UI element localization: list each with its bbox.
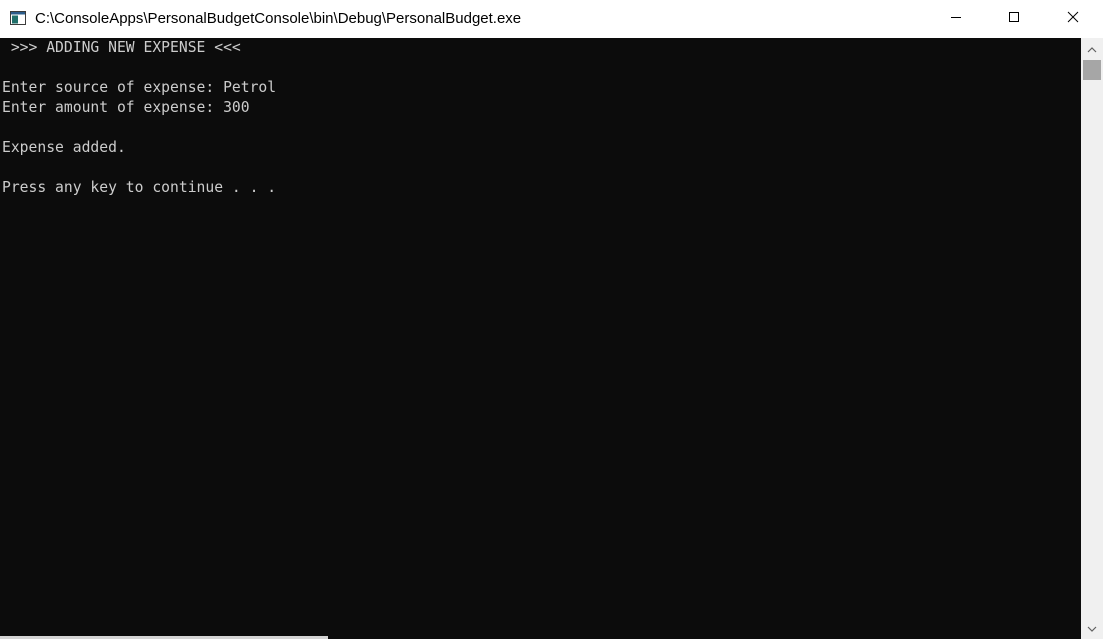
maximize-icon xyxy=(1008,10,1020,28)
expense-amount-prompt: Enter amount of expense: 300 xyxy=(2,99,250,116)
scroll-up-arrow-icon xyxy=(1087,40,1097,58)
continue-prompt: Press any key to continue . . . xyxy=(2,179,277,196)
expense-added-message: Expense added. xyxy=(2,139,126,156)
scroll-down-arrow-icon xyxy=(1087,619,1097,637)
window-title: C:\ConsoleApps\PersonalBudgetConsole\bin… xyxy=(35,10,522,27)
minimize-button[interactable] xyxy=(927,0,985,38)
minimize-icon xyxy=(950,10,962,28)
expense-source-prompt: Enter source of expense: Petrol xyxy=(2,79,277,96)
console-window-icon[interactable] xyxy=(10,11,26,25)
console-output[interactable]: >>> ADDING NEW EXPENSE <<< Enter source … xyxy=(0,38,1081,639)
console-header-line: >>> ADDING NEW EXPENSE <<< xyxy=(2,39,241,56)
scroll-thumb[interactable] xyxy=(1083,60,1101,80)
scroll-down-button[interactable] xyxy=(1081,619,1103,637)
console-window: C:\ConsoleApps\PersonalBudgetConsole\bin… xyxy=(0,0,1103,639)
scroll-up-button[interactable] xyxy=(1081,40,1103,58)
close-icon xyxy=(1067,10,1079,28)
title-bar[interactable]: C:\ConsoleApps\PersonalBudgetConsole\bin… xyxy=(0,0,1103,38)
vertical-scrollbar[interactable] xyxy=(1081,38,1103,639)
maximize-button[interactable] xyxy=(985,0,1043,38)
close-button[interactable] xyxy=(1043,0,1103,38)
